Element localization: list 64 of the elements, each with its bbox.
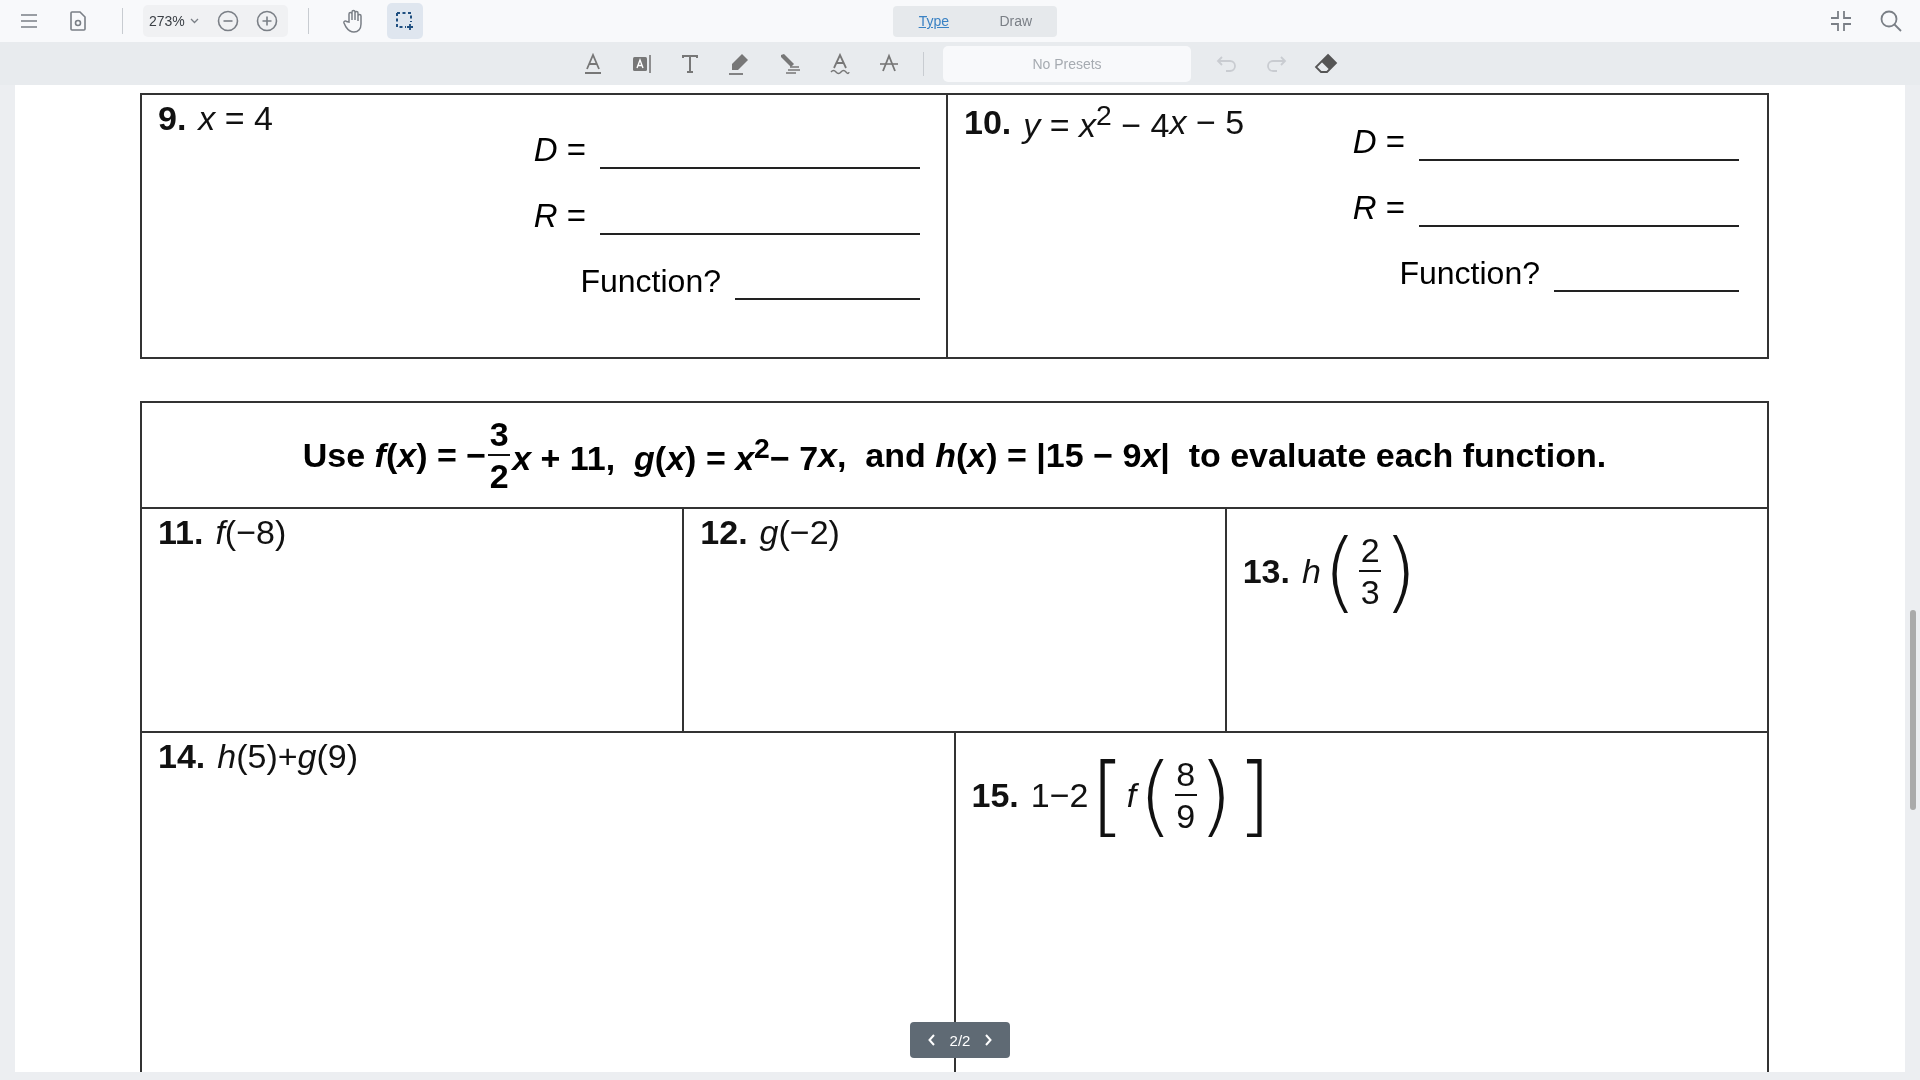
chevron-right-icon[interactable] <box>984 1034 992 1046</box>
math-expression: f(−8) <box>215 513 287 552</box>
fraction-denominator: 9 <box>1176 799 1196 833</box>
math-expression: x = 4 <box>198 99 274 138</box>
eraser-pen-icon[interactable] <box>778 51 802 76</box>
math-bracket: ] <box>1236 751 1272 839</box>
collapse-icon[interactable] <box>1830 10 1852 32</box>
selection-tool-button[interactable] <box>386 3 423 39</box>
instruction-text: Use f(x) = − <box>302 435 487 475</box>
text-wavy-icon[interactable] <box>829 52 851 75</box>
answer-label: Function? <box>580 263 721 300</box>
problem-number: 12. <box>700 513 748 552</box>
chevron-left-icon[interactable] <box>928 1034 936 1046</box>
math-expression: 1−2 <box>1030 775 1089 815</box>
mode-tab[interactable]: Type <box>892 13 975 29</box>
highlighter-icon[interactable] <box>727 51 751 76</box>
fraction-denominator: 3 <box>1360 575 1380 609</box>
math-expression: x <box>1169 102 1187 142</box>
math-expression: g(−2) <box>759 513 840 552</box>
problem-number: 10. <box>964 102 1012 142</box>
instruction-text: x <box>818 435 837 475</box>
math-bracket: ( <box>1322 527 1358 615</box>
math-bracket: ) <box>1198 751 1233 839</box>
answer-label: D = <box>1352 123 1405 161</box>
problem-number: 15. <box>971 775 1019 815</box>
problem-number: 11. <box>158 513 204 552</box>
eraser-icon[interactable] <box>1314 52 1338 75</box>
search-icon[interactable] <box>1880 10 1902 32</box>
fraction-denominator: 2 <box>489 459 509 493</box>
scrollbar-thumb[interactable] <box>1910 610 1916 810</box>
selection-icon <box>394 11 415 31</box>
chevron-down-icon[interactable] <box>189 18 199 24</box>
document-settings-icon[interactable] <box>70 11 86 31</box>
fraction-numerator: 2 <box>1360 533 1380 567</box>
fraction-numerator: 3 <box>489 417 509 451</box>
zoom-in-icon[interactable] <box>255 10 278 32</box>
math-expression: f <box>1126 775 1137 815</box>
text-box-icon[interactable] <box>631 52 653 75</box>
answer-label: R = <box>1352 189 1405 227</box>
problem-number: 9. <box>158 99 187 138</box>
mode-tab[interactable]: Draw <box>974 13 1057 29</box>
menu-icon[interactable] <box>20 14 38 28</box>
answer-label: Function? <box>1399 255 1540 292</box>
math-bracket: ( <box>1138 751 1173 839</box>
text-underline-icon[interactable] <box>582 52 604 75</box>
hand-icon[interactable] <box>342 9 365 33</box>
text-icon[interactable] <box>680 53 700 74</box>
problem-number: 14. <box>158 737 206 776</box>
math-expression: y = x$^{2}$ − 4 <box>1023 99 1170 146</box>
page-indicator[interactable]: 2/2 <box>949 1031 971 1049</box>
presets-field[interactable]: No Presets <box>943 45 1191 82</box>
math-expression: h <box>1301 551 1321 591</box>
fraction-numerator: 8 <box>1176 757 1196 791</box>
math-expression: h(5)+g(9) <box>217 737 359 776</box>
zoom-level[interactable]: 273% <box>149 13 185 29</box>
instruction-text: x <box>1141 435 1161 475</box>
math-bracket: ) <box>1383 527 1418 615</box>
answer-label: R = <box>533 197 586 235</box>
answer-label: D = <box>533 131 586 169</box>
zoom-out-icon[interactable] <box>216 10 239 32</box>
math-bracket: [ <box>1090 751 1125 839</box>
instruction-text: | to evaluate each function. <box>1160 435 1607 475</box>
math-expression: − 5 <box>1194 102 1245 142</box>
problem-number: 13. <box>1242 551 1290 591</box>
